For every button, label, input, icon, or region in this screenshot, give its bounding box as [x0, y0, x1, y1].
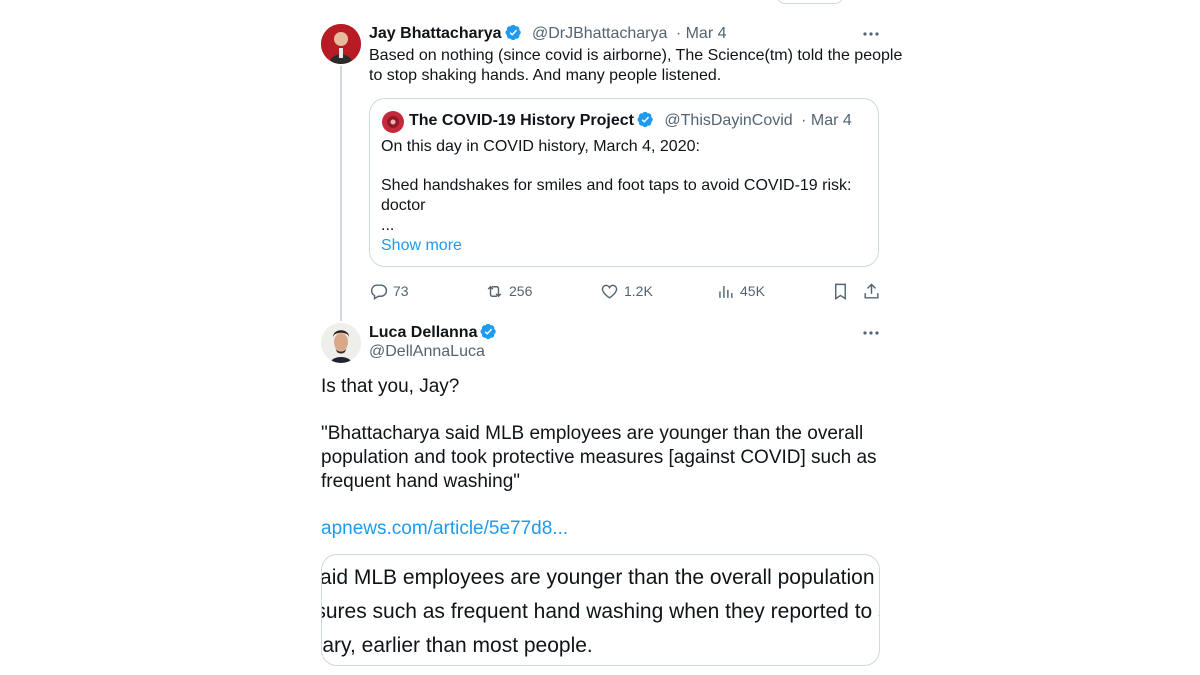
- quote-avatar[interactable]: [382, 111, 404, 133]
- quote-author-handle: @ThisDayinCovid: [664, 112, 793, 129]
- author-name[interactable]: Luca Dellanna: [369, 324, 477, 341]
- views-count: 45K: [740, 283, 765, 299]
- retweet-count: 256: [509, 283, 533, 299]
- verified-badge-icon: [504, 24, 521, 41]
- article-link[interactable]: apnews.com/article/5e77d8...: [321, 517, 877, 541]
- quote-text-line: ...: [381, 217, 395, 234]
- share-icon: [864, 282, 879, 299]
- quote-header: The COVID-19 History Project @ThisDayinC…: [409, 111, 852, 130]
- like-button[interactable]: 1.2K: [600, 281, 653, 301]
- reply-button[interactable]: 73: [369, 281, 409, 301]
- tweet-header: Luca Dellanna: [369, 323, 497, 342]
- bookmark-icon: [835, 283, 846, 300]
- author-handle[interactable]: @DrJBhattacharya: [532, 25, 667, 42]
- views-icon: [719, 285, 733, 298]
- tweet-text-line: Based on nothing (since covid is airborn…: [369, 47, 903, 64]
- quote-author-name: The COVID-19 History Project: [409, 112, 634, 129]
- quote-date: · Mar 4: [801, 112, 852, 129]
- show-more-link[interactable]: Show more: [381, 236, 851, 256]
- verified-badge-icon: [637, 111, 653, 128]
- bookmark-button[interactable]: [831, 281, 855, 301]
- thread-line: [340, 66, 342, 321]
- tweet-body: Is that you, Jay? "Bhattacharya said MLB…: [321, 375, 877, 541]
- author-name[interactable]: Jay Bhattacharya: [369, 25, 502, 42]
- avatar[interactable]: [321, 24, 361, 64]
- avatar-photo-icon: [321, 24, 361, 64]
- views-button[interactable]: 45K: [716, 281, 765, 301]
- avatar[interactable]: [321, 323, 361, 363]
- tweet-text-line: Is that you, Jay?: [321, 376, 460, 397]
- reply-icon: [370, 283, 388, 300]
- tweet-text-line: to stop shaking hands. And many people l…: [369, 67, 722, 84]
- more-options-icon[interactable]: [862, 324, 880, 342]
- preview-text-line: a said MLB employees are younger than th…: [321, 566, 879, 589]
- link-preview-card[interactable]: a said MLB employees are younger than th…: [321, 554, 880, 666]
- retweet-button[interactable]: 256: [485, 281, 532, 301]
- avatar-photo-icon: [382, 111, 404, 133]
- verified-badge-icon: [480, 323, 497, 340]
- top-partial-button[interactable]: [777, 0, 843, 4]
- preview-text-line: easures such as frequent hand washing wh…: [321, 600, 880, 623]
- avatar-photo-icon: [321, 323, 361, 363]
- tweet-text: Based on nothing (since covid is airborn…: [369, 46, 902, 86]
- quote-text-line: doctor: [381, 197, 426, 214]
- tweet-text-line: population and took protective measures …: [321, 447, 877, 468]
- tweet-text-line: frequent hand washing": [321, 471, 520, 492]
- quote-text-line: Shed handshakes for smiles and foot taps…: [381, 177, 852, 194]
- tweet-text-line: "Bhattacharya said MLB employees are you…: [321, 423, 864, 444]
- like-icon: [601, 284, 618, 299]
- preview-text-line: bruary, earlier than most people.: [321, 634, 593, 657]
- tweet-date[interactable]: · Mar 4: [676, 25, 727, 42]
- reply-count: 73: [393, 283, 409, 299]
- author-handle[interactable]: @DellAnnaLuca: [369, 343, 485, 361]
- like-count: 1.2K: [624, 283, 653, 299]
- quote-text-line: On this day in COVID history, March 4, 2…: [381, 138, 700, 155]
- share-button[interactable]: [862, 281, 886, 301]
- link-preview-text: a said MLB employees are younger than th…: [321, 561, 880, 663]
- retweet-icon: [487, 285, 502, 297]
- quote-text: On this day in COVID history, March 4, 2…: [381, 137, 851, 256]
- tweet-header: Jay Bhattacharya @DrJBhattacharya · Mar …: [369, 24, 727, 44]
- more-options-icon[interactable]: [862, 25, 880, 43]
